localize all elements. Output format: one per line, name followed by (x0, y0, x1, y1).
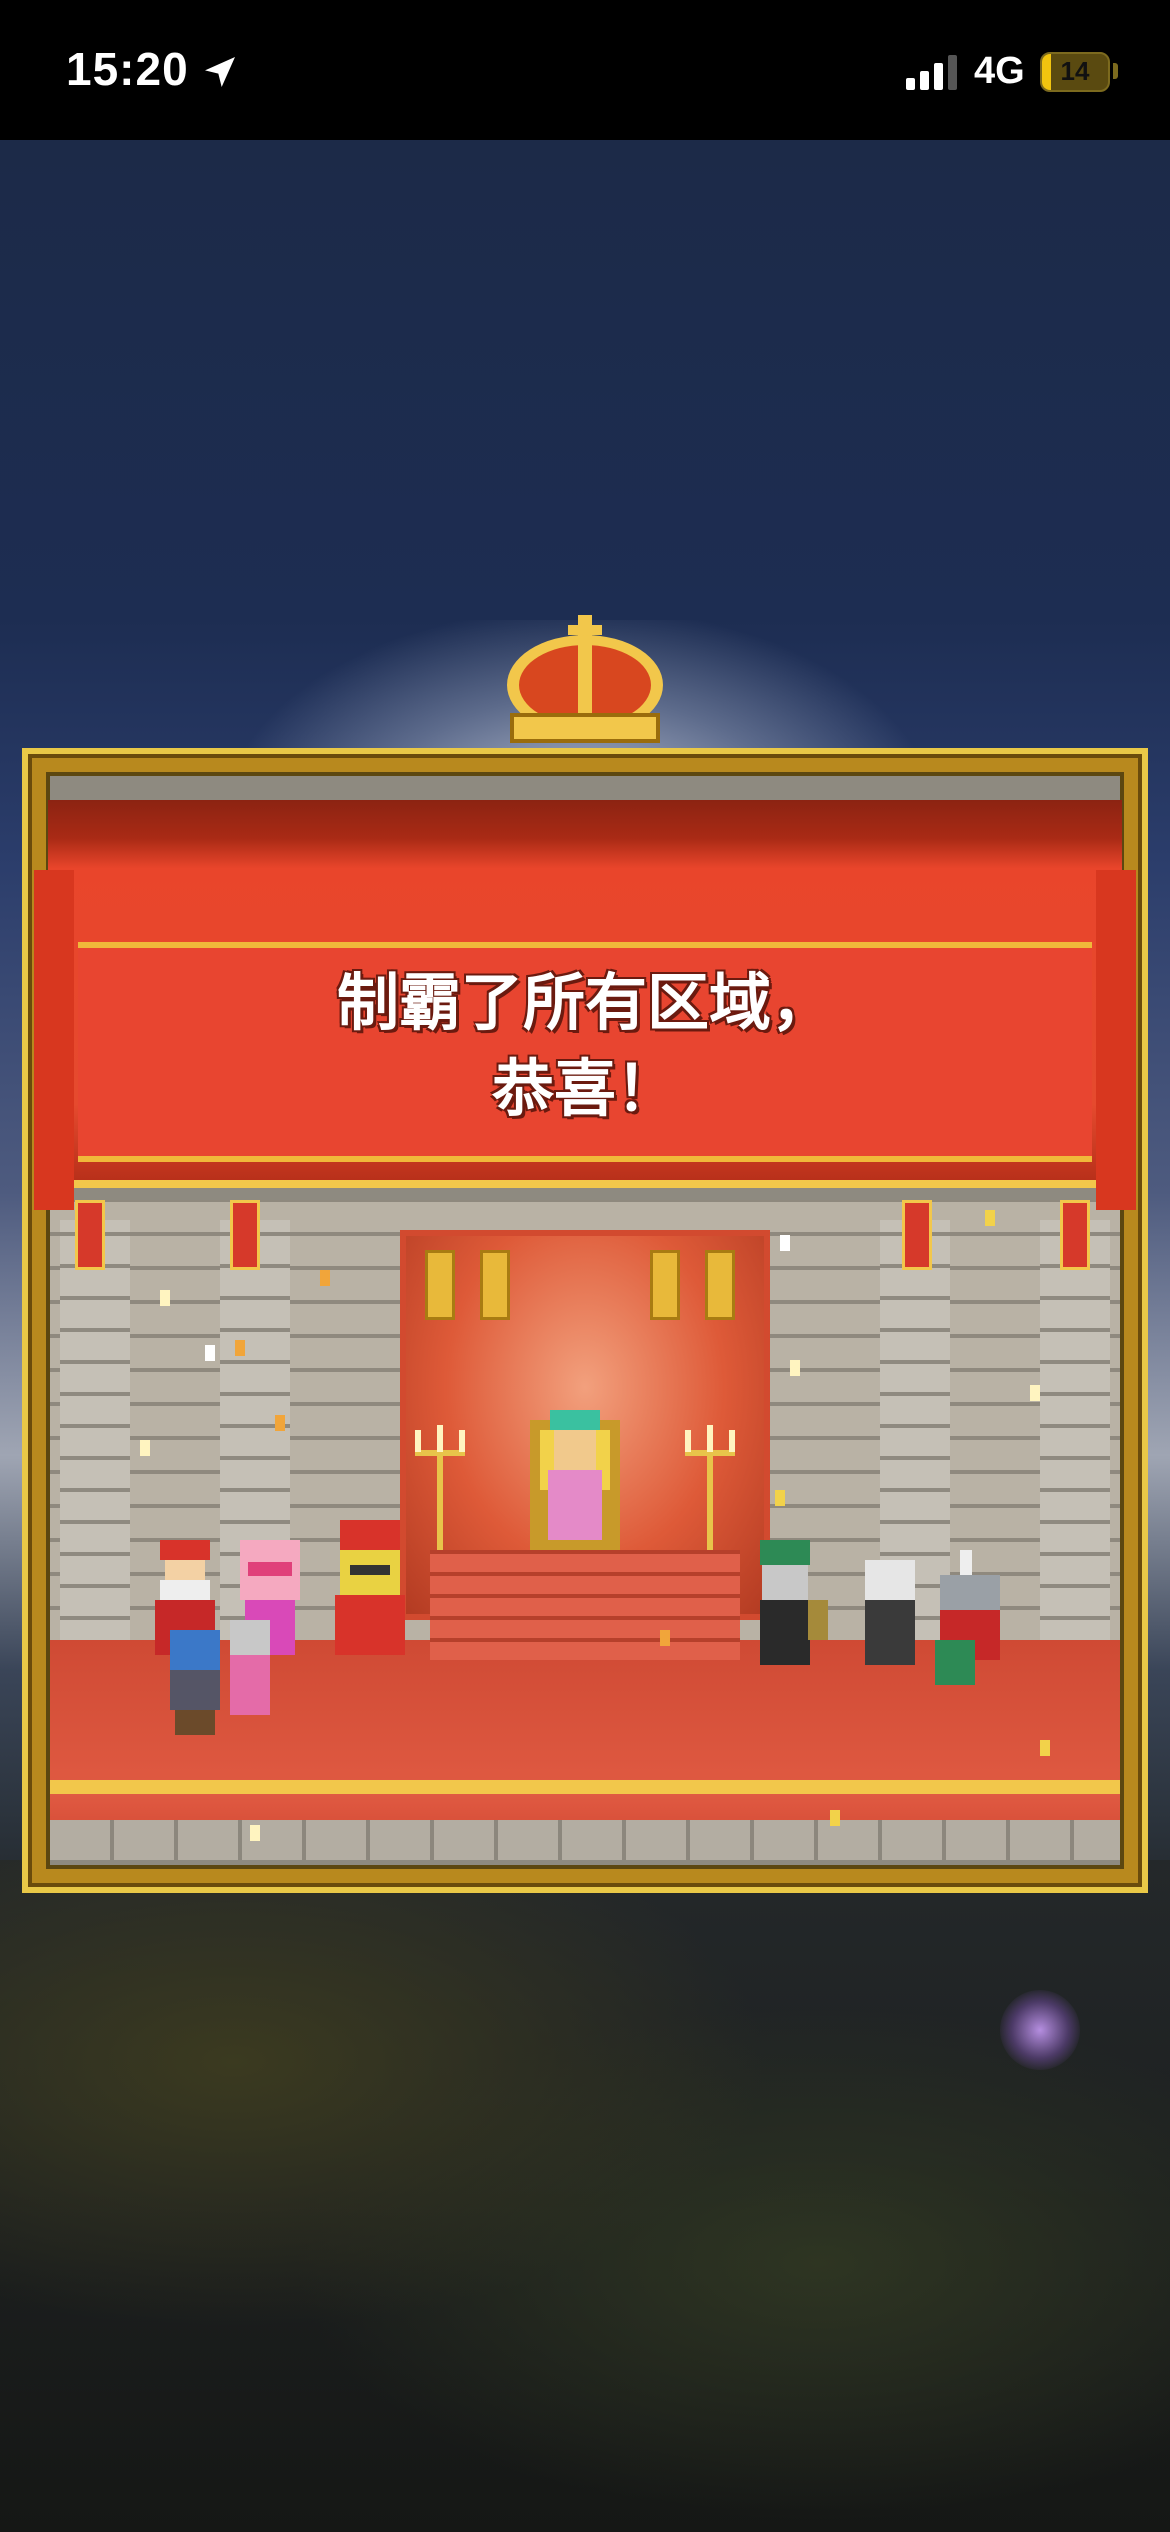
throne-stairs (430, 1550, 740, 1660)
gold-banner-flag (480, 1250, 510, 1320)
confetti (780, 1235, 790, 1251)
carpet-stripe (50, 1780, 1120, 1794)
princess-on-throne-sprite (530, 1410, 620, 1550)
status-time: 15:20 (66, 43, 189, 95)
candelabra-icon (415, 1425, 465, 1550)
confetti (250, 1825, 260, 1841)
crown-icon (507, 615, 663, 743)
confetti (1030, 1385, 1040, 1401)
red-banner-flag (75, 1200, 105, 1270)
cellular-signal-icon (906, 55, 957, 90)
network-type: 4G (974, 50, 1025, 92)
red-banner-flag (1060, 1200, 1090, 1270)
pillar-right-outer (1040, 1220, 1110, 1680)
red-banner-flag (902, 1200, 932, 1270)
confetti (1040, 1740, 1050, 1756)
glow-orb (1000, 1990, 1080, 2070)
confetti (775, 1490, 785, 1506)
location-arrow-icon (205, 57, 235, 87)
battery-cap (1113, 63, 1118, 79)
blurred-background (0, 1860, 1170, 2532)
candelabra-icon (685, 1425, 735, 1550)
banner-curtain-left (34, 870, 74, 1210)
banner-curtain-right (1096, 870, 1136, 1210)
confetti (790, 1360, 800, 1376)
red-banner-flag (230, 1200, 260, 1270)
pillar-left-outer (60, 1220, 130, 1680)
confetti (660, 1630, 670, 1646)
green-hat-character-sprite (760, 1540, 828, 1665)
pink-dress-character-sprite (230, 1620, 270, 1715)
gold-banner-flag (425, 1250, 455, 1320)
confetti (275, 1415, 285, 1431)
throne-room-scene (50, 1200, 1120, 1860)
old-sage-character-sprite (865, 1560, 915, 1665)
message-line-2: 恭喜！ (491, 1052, 678, 1125)
confetti (320, 1270, 330, 1286)
confetti (985, 1210, 995, 1226)
congratulations-message: 制霸了所有区域， 恭喜！ (78, 960, 1092, 1132)
confetti (140, 1440, 150, 1456)
floor-edge (50, 1820, 1120, 1860)
battery-charging-icon: 14 (1040, 52, 1110, 92)
feathered-helmet-character-sprite (935, 1550, 1000, 1685)
confetti (235, 1340, 245, 1356)
gold-banner-flag (705, 1250, 735, 1320)
status-bar: 15:20 4G 14 (0, 0, 1170, 140)
gold-banner-flag (650, 1250, 680, 1320)
confetti (205, 1345, 215, 1361)
confetti (830, 1810, 840, 1826)
battery-level: 14 (1060, 56, 1090, 86)
yellow-robot-king-sprite (335, 1520, 405, 1655)
confetti (160, 1290, 170, 1306)
message-line-1: 制霸了所有区域， (336, 966, 833, 1039)
